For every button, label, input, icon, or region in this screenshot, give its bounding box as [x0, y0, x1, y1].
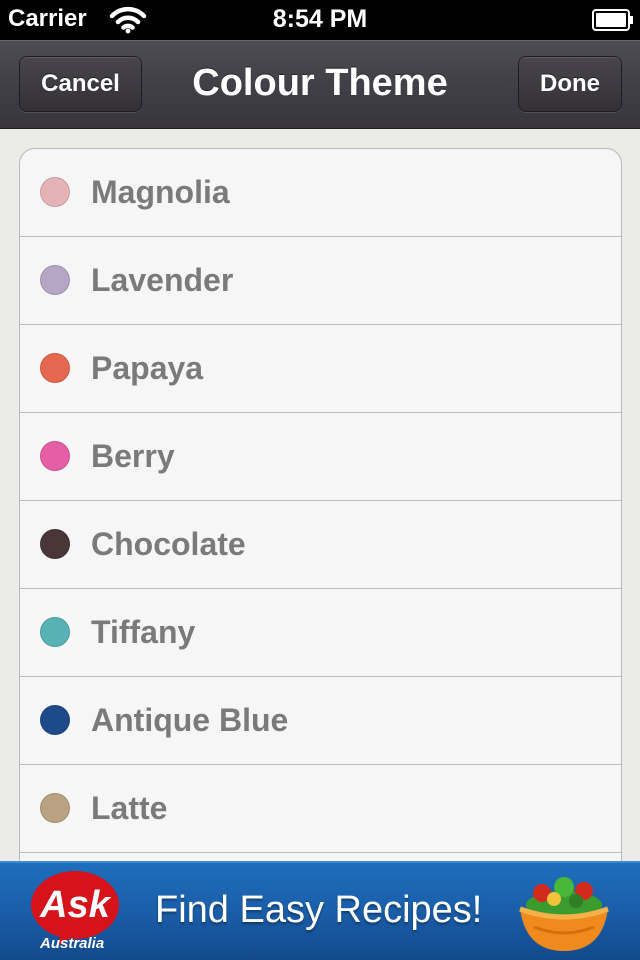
theme-label: Berry — [91, 438, 175, 474]
theme-label: Chocolate — [91, 526, 246, 562]
theme-row[interactable]: Tiffany — [20, 589, 621, 677]
color-swatch-icon — [40, 177, 70, 207]
theme-list: Magnolia Lavender Papaya Berry Chocolate Tiff… — [19, 148, 622, 910]
color-swatch-icon — [40, 265, 70, 295]
theme-row[interactable]: Chocolate — [20, 501, 621, 589]
color-swatch-icon — [40, 441, 70, 471]
status-bar: Carrier 8:54 PM — [0, 0, 640, 40]
theme-label: Lavender — [91, 262, 234, 298]
color-swatch-icon — [40, 705, 70, 735]
battery-icon — [592, 9, 633, 31]
theme-label: Papaya — [91, 350, 204, 386]
theme-row[interactable]: Antique Blue — [20, 677, 621, 765]
ad-headline: Find Easy Recipes! — [155, 889, 483, 931]
theme-row[interactable]: Berry — [20, 413, 621, 501]
color-swatch-icon — [40, 529, 70, 559]
theme-row[interactable]: Papaya — [20, 325, 621, 413]
theme-label: Tiffany — [91, 614, 196, 650]
ad-banner[interactable]: Ask Australia Find Easy Recipes! — [0, 861, 640, 960]
theme-label: Latte — [91, 790, 168, 826]
ask-logo-subtext: Australia — [40, 935, 105, 952]
svg-text:Ask: Ask — [39, 884, 112, 926]
theme-row[interactable]: Latte — [20, 765, 621, 853]
color-swatch-icon — [40, 793, 70, 823]
clock: 8:54 PM — [272, 5, 368, 33]
salad-bowl-icon — [519, 877, 609, 951]
theme-label: Antique Blue — [91, 702, 289, 738]
navigation-bar: Cancel Colour Theme Done — [0, 40, 640, 129]
done-button[interactable]: Done — [518, 56, 622, 112]
theme-label: Magnolia — [91, 174, 230, 210]
color-swatch-icon — [40, 617, 70, 647]
theme-row[interactable]: Lavender — [20, 237, 621, 325]
color-swatch-icon — [40, 353, 70, 383]
theme-row[interactable]: Magnolia — [20, 149, 621, 237]
